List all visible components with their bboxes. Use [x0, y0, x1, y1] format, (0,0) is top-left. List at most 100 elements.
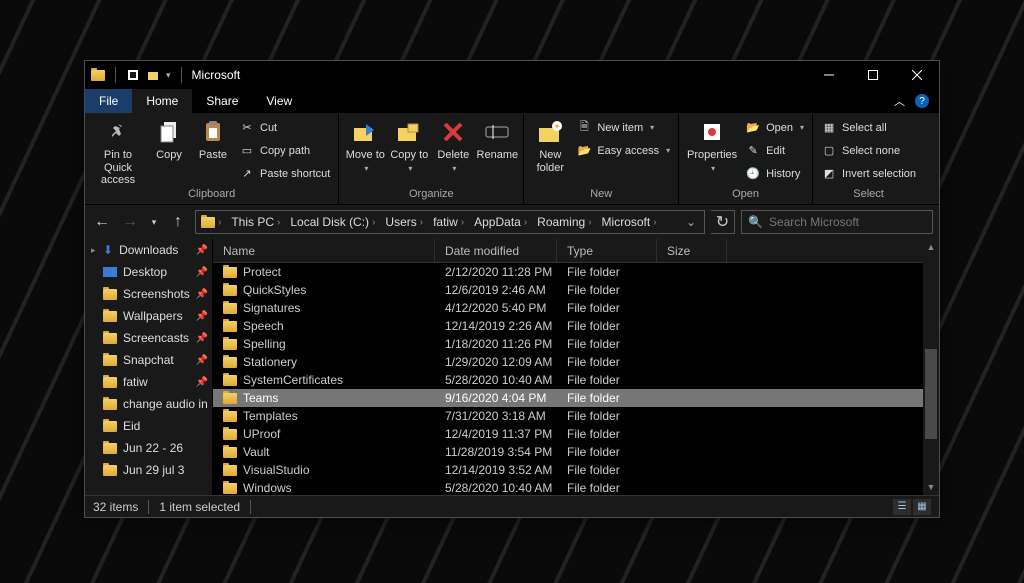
close-button[interactable] — [895, 61, 939, 89]
ribbon-group-clipboard: Pin to Quick access Copy Paste ✂Cut ▭Cop… — [85, 113, 339, 204]
paste-button[interactable]: Paste — [191, 115, 235, 162]
file-row[interactable]: VisualStudio12/14/2019 3:52 AMFile folde… — [213, 461, 923, 479]
minimize-button[interactable] — [807, 61, 851, 89]
pin-to-quick-access-button[interactable]: Pin to Quick access — [89, 115, 147, 187]
new-item-button[interactable]: 🗎New item▾ — [572, 117, 674, 138]
file-row[interactable]: Stationery1/29/2020 12:09 AMFile folder — [213, 353, 923, 371]
shortcut-icon: ↗ — [239, 167, 255, 180]
file-row[interactable]: Vault11/28/2019 3:54 PMFile folder — [213, 443, 923, 461]
select-none-button[interactable]: ▢Select none — [817, 140, 920, 161]
folder-icon — [223, 447, 237, 458]
file-row[interactable]: UProof12/4/2019 11:37 PMFile folder — [213, 425, 923, 443]
nav-item[interactable]: ▸⬇Downloads📌 — [85, 239, 212, 261]
easy-access-button[interactable]: 📂Easy access▾ — [572, 140, 674, 161]
recent-dropdown[interactable]: ▾ — [147, 211, 161, 233]
edit-button[interactable]: ✎Edit — [741, 140, 808, 161]
tab-view[interactable]: View — [252, 89, 306, 113]
invert-selection-button[interactable]: ◩Invert selection — [817, 163, 920, 184]
breadcrumb-segment[interactable]: Roaming › — [532, 215, 596, 229]
history-button[interactable]: 🕘History — [741, 163, 808, 184]
nav-item[interactable]: Jun 29 jul 3 — [85, 459, 212, 481]
breadcrumb-segment[interactable]: fatiw › — [428, 215, 469, 229]
pin-icon — [107, 117, 129, 147]
tab-file[interactable]: File — [85, 89, 132, 113]
window-title: Microsoft — [192, 68, 241, 82]
col-date[interactable]: Date modified — [435, 239, 557, 262]
tab-share[interactable]: Share — [192, 89, 252, 113]
qat-properties-icon[interactable] — [126, 68, 140, 82]
col-type[interactable]: Type — [557, 239, 657, 262]
copy-path-button[interactable]: ▭Copy path — [235, 140, 334, 161]
col-name[interactable]: Name — [213, 239, 435, 262]
search-placeholder: Search Microsoft — [769, 215, 859, 229]
folder-icon — [223, 375, 237, 386]
ribbon-group-new: ✦ New folder 🗎New item▾ 📂Easy access▾ Ne… — [524, 113, 679, 204]
file-row[interactable]: Teams9/16/2020 4:04 PMFile folder — [213, 389, 923, 407]
ribbon-tabs: File Home Share View ︿ ? — [85, 89, 939, 113]
col-size[interactable]: Size — [657, 239, 727, 262]
nav-item[interactable]: Desktop📌 — [85, 261, 212, 283]
maximize-button[interactable] — [851, 61, 895, 89]
help-icon[interactable]: ? — [915, 94, 929, 108]
breadcrumb-segment[interactable]: AppData › — [469, 215, 532, 229]
breadcrumb-segment[interactable]: Users › — [380, 215, 428, 229]
nav-item[interactable]: Jun 22 - 26 — [85, 437, 212, 459]
properties-button[interactable]: Properties▾ — [683, 115, 741, 173]
nav-item[interactable]: Snapchat📌 — [85, 349, 212, 371]
file-row[interactable]: Templates7/31/2020 3:18 AMFile folder — [213, 407, 923, 425]
breadcrumb-segment[interactable]: This PC › — [226, 215, 285, 229]
folder-icon — [223, 357, 237, 368]
scroll-down-icon[interactable]: ▼ — [923, 479, 939, 495]
breadcrumb-segment[interactable]: Local Disk (C:) › — [285, 215, 380, 229]
open-icon: 📂 — [745, 121, 761, 134]
file-row[interactable]: Speech12/14/2019 2:26 AMFile folder — [213, 317, 923, 335]
scroll-up-icon[interactable]: ▲ — [923, 239, 939, 255]
delete-button[interactable]: Delete▾ — [431, 115, 475, 173]
address-bar[interactable]: › This PC ›Local Disk (C:) ›Users ›fatiw… — [195, 210, 705, 234]
file-row[interactable]: QuickStyles12/6/2019 2:46 AMFile folder — [213, 281, 923, 299]
nav-pane[interactable]: ▸⬇Downloads📌Desktop📌Screenshots📌Wallpape… — [85, 239, 213, 495]
rename-button[interactable]: Rename — [475, 115, 519, 162]
new-folder-button[interactable]: ✦ New folder — [528, 115, 572, 174]
nav-item[interactable]: Wallpapers📌 — [85, 305, 212, 327]
ribbon-collapse-icon[interactable]: ︿ — [894, 93, 905, 109]
copy-to-button[interactable]: Copy to▾ — [387, 115, 431, 173]
file-row[interactable]: Spelling1/18/2020 11:26 PMFile folder — [213, 335, 923, 353]
cut-button[interactable]: ✂Cut — [235, 117, 334, 138]
nav-item[interactable]: Eid — [85, 415, 212, 437]
move-to-button[interactable]: Move to▾ — [343, 115, 387, 173]
file-row[interactable]: Windows5/28/2020 10:40 AMFile folder — [213, 479, 923, 495]
forward-button[interactable]: → — [119, 211, 141, 233]
scrollbar[interactable]: ▲ ▼ — [923, 239, 939, 495]
folder-icon — [223, 465, 237, 476]
nav-item[interactable]: fatiw📌 — [85, 371, 212, 393]
copy-button[interactable]: Copy — [147, 115, 191, 162]
breadcrumb-segment[interactable]: Microsoft › — [597, 215, 662, 229]
column-headers[interactable]: Name Date modified Type Size — [213, 239, 923, 263]
scroll-thumb[interactable] — [925, 349, 937, 439]
nav-item[interactable]: Screencasts📌 — [85, 327, 212, 349]
search-box[interactable]: 🔍 Search Microsoft — [741, 210, 933, 234]
scissors-icon: ✂ — [239, 121, 255, 134]
select-all-button[interactable]: ▦Select all — [817, 117, 920, 138]
search-icon: 🔍 — [748, 215, 763, 229]
copy-icon — [158, 117, 180, 147]
nav-item[interactable]: Screenshots📌 — [85, 283, 212, 305]
file-list[interactable]: Protect2/12/2020 11:28 PMFile folderQuic… — [213, 263, 923, 495]
file-row[interactable]: SystemCertificates5/28/2020 10:40 AMFile… — [213, 371, 923, 389]
up-button[interactable]: ↑ — [167, 211, 189, 233]
open-button[interactable]: 📂Open▾ — [741, 117, 808, 138]
back-button[interactable]: ← — [91, 211, 113, 233]
addr-dropdown-icon[interactable]: ⌄ — [686, 215, 696, 229]
nav-item[interactable]: change audio in — [85, 393, 212, 415]
paste-shortcut-button[interactable]: ↗Paste shortcut — [235, 163, 334, 184]
qat-newfolder-icon[interactable] — [146, 68, 160, 82]
file-row[interactable]: Protect2/12/2020 11:28 PMFile folder — [213, 263, 923, 281]
folder-icon — [223, 267, 237, 278]
view-large-button[interactable]: ▦ — [913, 499, 931, 515]
refresh-button[interactable]: ↻ — [711, 210, 735, 234]
view-details-button[interactable]: ☰ — [893, 499, 911, 515]
file-row[interactable]: Signatures4/12/2020 5:40 PMFile folder — [213, 299, 923, 317]
tab-home[interactable]: Home — [132, 89, 192, 113]
qat-dropdown-icon[interactable]: ▾ — [166, 70, 171, 81]
